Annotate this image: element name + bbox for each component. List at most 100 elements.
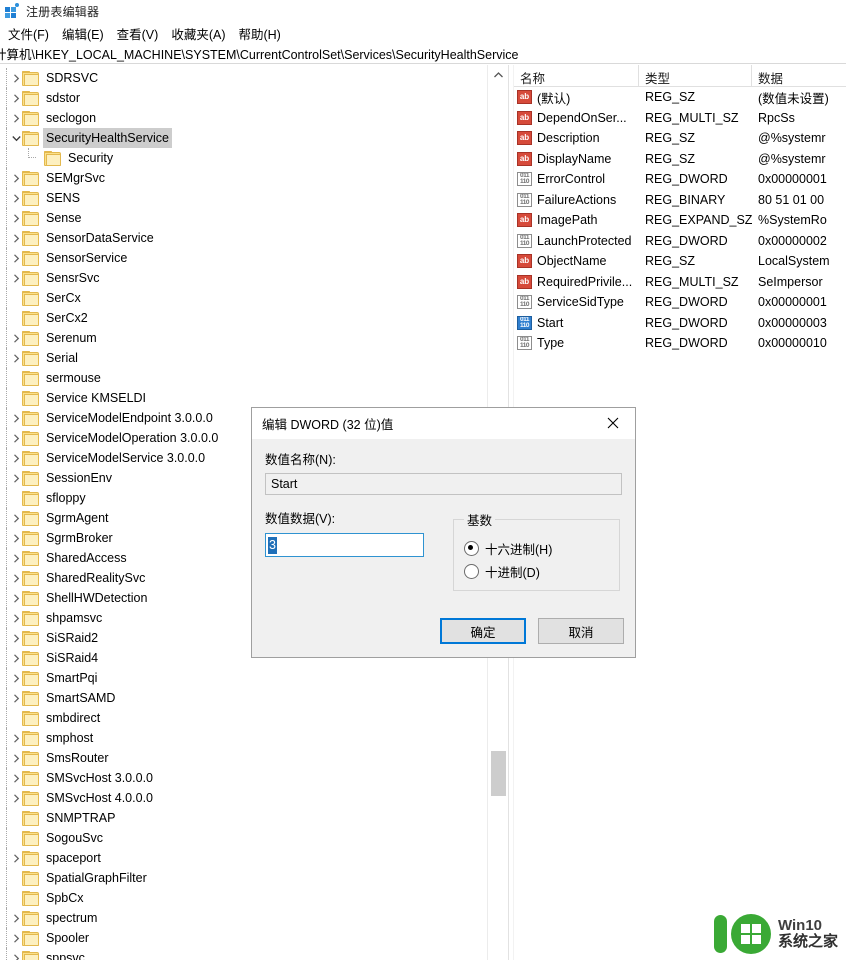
scroll-up-arrow[interactable]	[488, 65, 508, 85]
value-type-cell: REG_DWORD	[645, 295, 728, 310]
tree-item-smbdirect[interactable]: smbdirect	[0, 708, 486, 728]
tree-item-sdrsvc[interactable]: SDRSVC	[0, 68, 486, 88]
value-name-input[interactable]: Start	[265, 473, 622, 495]
menu-favorites[interactable]: 收藏夹(A)	[165, 22, 232, 45]
tree-item-smartpqi[interactable]: SmartPqi	[0, 668, 486, 688]
value-row[interactable]: ab ImagePath REG_EXPAND_SZ %SystemRo	[514, 210, 846, 231]
tree-item-sppsvc[interactable]: sppsvc	[0, 948, 486, 960]
folder-icon	[22, 351, 39, 366]
menu-file[interactable]: 文件(F)	[2, 22, 56, 45]
value-row[interactable]: ab DisplayName REG_SZ @%systemr	[514, 149, 846, 170]
value-name-cell: 011 110 LaunchProtected	[514, 233, 639, 248]
tree-item-spbcx[interactable]: SpbCx	[0, 888, 486, 908]
tree-item-sensorservice[interactable]: SensorService	[0, 248, 486, 268]
tree-item-label: SgrmAgent	[46, 511, 109, 525]
folder-icon	[22, 531, 39, 546]
value-row[interactable]: 011 110 FailureActions REG_BINARY 80 51 01 0…	[514, 190, 846, 211]
tree-item-snmptrap[interactable]: SNMPTRAP	[0, 808, 486, 828]
tree-item-label: SharedAccess	[46, 551, 127, 565]
value-row[interactable]: 011 110 ErrorControl REG_DWORD 0x00000001	[514, 169, 846, 190]
tree-item-smsvchost-3-0-0-0[interactable]: SMSvcHost 3.0.0.0	[0, 768, 486, 788]
value-type-cell: REG_DWORD	[645, 233, 728, 248]
value-name-cell: ab Description	[514, 131, 639, 146]
tree-item-spectrum[interactable]: spectrum	[0, 908, 486, 928]
value-row[interactable]: ab ObjectName REG_SZ LocalSystem	[514, 251, 846, 272]
menu-view[interactable]: 查看(V)	[111, 22, 166, 45]
tree-item-sogousvc[interactable]: SogouSvc	[0, 828, 486, 848]
tree-item-label: shpamsvc	[46, 611, 103, 625]
value-type-cell: REG_DWORD	[645, 172, 728, 187]
menu-edit[interactable]: 编辑(E)	[56, 22, 111, 45]
cancel-button[interactable]: 取消	[538, 618, 624, 644]
tree-item-smphost[interactable]: smphost	[0, 728, 486, 748]
value-row[interactable]: ab Description REG_SZ @%systemr	[514, 128, 846, 149]
value-row[interactable]: ab RequiredPrivile... REG_MULTI_SZ SeImpers…	[514, 272, 846, 293]
tree-item-spatialgraphfilter[interactable]: SpatialGraphFilter	[0, 868, 486, 888]
folder-icon	[22, 731, 39, 746]
value-data-cell: RpcSs	[758, 110, 795, 125]
tree-item-label: SensorService	[46, 251, 128, 265]
tree-item-semgrsvc[interactable]: SEMgrSvc	[0, 168, 486, 188]
address-bar[interactable]: 计算机\HKEY_LOCAL_MACHINE\SYSTEM\CurrentCon…	[0, 44, 846, 64]
value-data-selected-text: 3	[268, 536, 277, 554]
column-header-data[interactable]: 数据	[752, 65, 846, 86]
value-data-cell: 0x00000010	[758, 336, 827, 351]
value-data-input[interactable]: 3	[265, 533, 424, 557]
dialog-buttons: 确定 取消	[440, 618, 624, 644]
value-data-group: 数值数据(V): 3	[265, 508, 445, 591]
value-name-text: Start	[537, 315, 564, 330]
value-type-cell: REG_SZ	[645, 90, 696, 105]
tree-item-sercx[interactable]: SerCx	[0, 288, 486, 308]
value-row[interactable]: 011 110 Start REG_DWORD 0x00000003	[514, 313, 846, 334]
tree-item-spaceport[interactable]: spaceport	[0, 848, 486, 868]
folder-icon	[44, 151, 61, 166]
column-header-name[interactable]: 名称	[514, 65, 639, 86]
base-legend: 基数	[467, 514, 493, 528]
tree-item-sens[interactable]: SENS	[0, 188, 486, 208]
value-name-text: Type	[537, 336, 565, 351]
value-row[interactable]: 011 110 ServiceSidType REG_DWORD 0x00000001	[514, 292, 846, 313]
value-data-cell: 0x00000002	[758, 233, 827, 248]
tree-item-serial[interactable]: Serial	[0, 348, 486, 368]
value-name-label: 数值名称(N):	[265, 453, 336, 467]
radio-decimal[interactable]: 十进制(D)	[464, 562, 609, 581]
tree-item-sermouse[interactable]: sermouse	[0, 368, 486, 388]
dialog-title-bar: 编辑 DWORD (32 位)值	[252, 408, 635, 439]
tree-item-sensordataservice[interactable]: SensorDataService	[0, 228, 486, 248]
tree-item-serenum[interactable]: Serenum	[0, 328, 486, 348]
close-icon[interactable]	[591, 408, 635, 438]
value-row[interactable]: 011 110 LaunchProtected REG_DWORD 0x00000002	[514, 231, 846, 252]
menu-help[interactable]: 帮助(H)	[232, 22, 287, 45]
tree-item-sdstor[interactable]: sdstor	[0, 88, 486, 108]
tree-item-label: SMSvcHost 3.0.0.0	[46, 771, 153, 785]
folder-icon	[22, 571, 39, 586]
tree-item-securityhealthservice[interactable]: SecurityHealthService	[0, 128, 486, 148]
binary-value-icon: 011 110	[517, 233, 532, 248]
tree-item-label: smphost	[46, 731, 94, 745]
tree-item-smartsamd[interactable]: SmartSAMD	[0, 688, 486, 708]
tree-item-label: SENS	[46, 191, 81, 205]
tree-item-service-kmseldi[interactable]: Service KMSELDI	[0, 388, 486, 408]
tree-item-sense[interactable]: Sense	[0, 208, 486, 228]
folder-icon	[22, 671, 39, 686]
radio-hexadecimal[interactable]: 十六进制(H)	[464, 539, 609, 558]
tree-item-security[interactable]: Security	[0, 148, 486, 168]
value-row[interactable]: 011 110 Type REG_DWORD 0x00000010	[514, 333, 846, 354]
tree-item-seclogon[interactable]: seclogon	[0, 108, 486, 128]
tree-item-sercx2[interactable]: SerCx2	[0, 308, 486, 328]
scrollbar-thumb[interactable]	[491, 751, 506, 796]
ok-button[interactable]: 确定	[440, 618, 526, 644]
column-header-type[interactable]: 类型	[639, 65, 752, 86]
tree-item-label: SmsRouter	[46, 751, 109, 765]
tree-item-smsvchost-4-0-0-0[interactable]: SMSvcHost 4.0.0.0	[0, 788, 486, 808]
tree-item-label: Service KMSELDI	[46, 391, 147, 405]
value-row[interactable]: ab DependOnSer... REG_MULTI_SZ RpcSs	[514, 108, 846, 129]
tree-item-sensrsvc[interactable]: SensrSvc	[0, 268, 486, 288]
folder-icon	[22, 391, 39, 406]
value-row[interactable]: ab (默认) REG_SZ (数值未设置)	[514, 87, 846, 108]
tree-item-label: SensorDataService	[46, 231, 154, 245]
tree-item-spooler[interactable]: Spooler	[0, 928, 486, 948]
string-value-icon: ab	[517, 110, 532, 125]
tree-item-smsrouter[interactable]: SmsRouter	[0, 748, 486, 768]
tree-item-label: SerCx2	[46, 311, 88, 325]
